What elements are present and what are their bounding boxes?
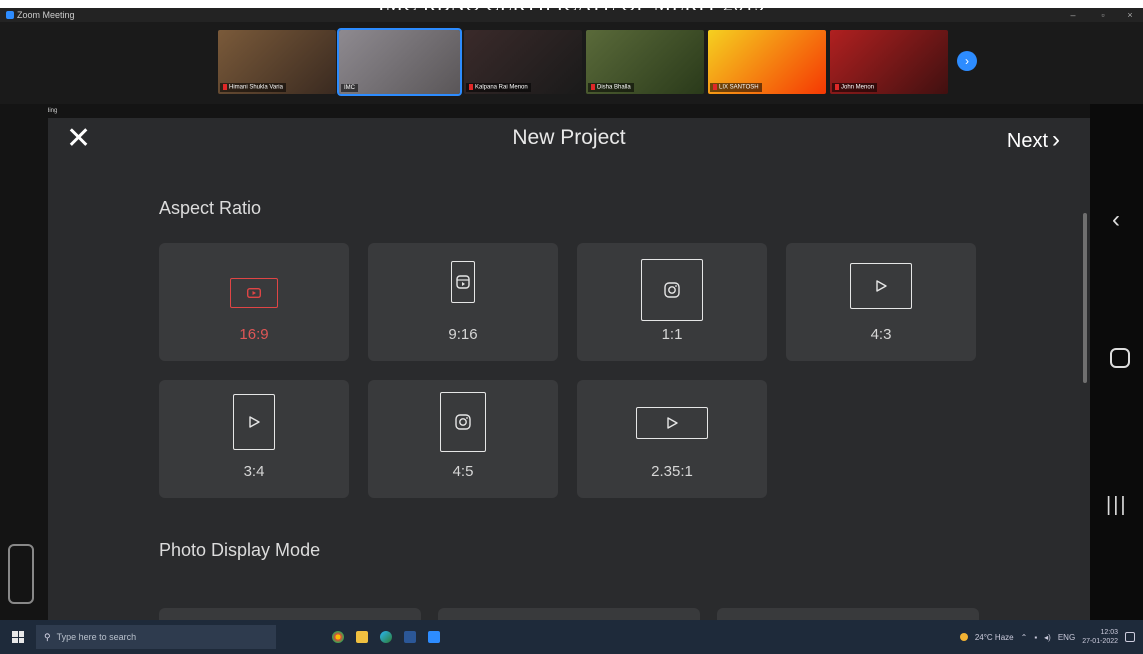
side-panel-handle[interactable]	[8, 544, 34, 604]
search-icon: ⚲	[44, 631, 51, 642]
ratio-label: 4:3	[870, 326, 892, 343]
minimize-icon[interactable]: –	[1063, 8, 1083, 22]
back-nav-icon[interactable]: ‹	[1112, 206, 1120, 234]
next-label: Next	[1006, 130, 1048, 152]
participant-name: Himani Shukla Varia	[229, 85, 283, 91]
photo-display-mode-title: Photo Display Mode	[159, 540, 321, 560]
muted-mic-icon	[835, 84, 839, 91]
ratio-option-4-5[interactable]: 4:5	[368, 380, 558, 498]
clock-date: 27-01-2022	[1082, 638, 1118, 645]
app-screen: ✕ New Project Next › Aspect Ratio 16:9 9:…	[48, 118, 1090, 620]
clock[interactable]: 12:03 27-01-2022	[1082, 628, 1118, 646]
recents-nav-icon[interactable]: |||	[1106, 494, 1128, 517]
window-close-icon[interactable]: ×	[1120, 8, 1140, 22]
play-icon	[850, 263, 912, 309]
ratio-label: 2.35:1	[651, 463, 693, 480]
chevron-up-icon[interactable]: ⌃	[1021, 633, 1028, 642]
zoom-logo-icon	[6, 11, 14, 19]
edge-icon[interactable]	[380, 631, 392, 643]
search-placeholder: Type here to search	[56, 632, 137, 642]
weather-text[interactable]: 24°C Haze	[975, 633, 1014, 642]
page-title: New Project	[512, 126, 626, 149]
system-tray: 24°C Haze ⌃ ▪ ◂) ENG 12:03 27-01-2022	[959, 620, 1135, 654]
scrollbar[interactable]	[1083, 213, 1087, 383]
instagram-icon	[440, 392, 486, 452]
participant-tile[interactable]: Disha Bhalla	[586, 30, 704, 94]
aspect-ratio-title: Aspect Ratio	[159, 198, 262, 218]
restore-icon[interactable]: ▫	[1093, 8, 1113, 22]
next-button[interactable]: Next ›	[1007, 126, 1060, 154]
participant-name: IMC	[344, 85, 355, 91]
ratio-option-1-1[interactable]: 1:1	[577, 243, 767, 361]
windows-taskbar: ⚲ Type here to search 24°C Haze ⌃ ▪ ◂) E…	[0, 620, 1143, 654]
participant-name: John Menon	[841, 85, 875, 91]
ratio-option-9-16[interactable]: 9:16	[368, 243, 558, 361]
play-icon	[636, 407, 708, 439]
ratio-option-4-3[interactable]: 4:3	[786, 243, 976, 361]
photo-mode-option[interactable]	[438, 608, 700, 620]
youtube-icon	[230, 278, 278, 308]
chevron-right-icon: ›	[1052, 126, 1060, 153]
recording-indicator: Recording	[0, 104, 1143, 118]
zoom-window-title: Zoom Meeting	[17, 10, 75, 20]
muted-mic-icon	[223, 84, 227, 91]
play-icon	[233, 394, 275, 450]
weather-icon	[959, 633, 968, 641]
overlay-caption: IMC RBNQ CERTIFICATE OF MERIT 2019	[0, 0, 1143, 10]
photo-mode-option[interactable]	[717, 608, 979, 620]
windows-start-icon[interactable]	[12, 631, 24, 643]
zoom-titlebar: Zoom Meeting – ▫ ×	[0, 8, 1143, 22]
participant-tile[interactable]: Kalpana Rai Menon	[464, 30, 582, 94]
reels-icon	[451, 261, 475, 303]
language-indicator[interactable]: ENG	[1058, 633, 1075, 642]
screen-root: IMC RBNQ CERTIFICATE OF MERIT 2019 Zoom …	[0, 0, 1143, 654]
participant-gallery: Himani Shukla Varia IMC Kalpana Rai Meno…	[0, 22, 1143, 104]
taskbar-search-input[interactable]: ⚲ Type here to search	[36, 625, 276, 649]
ratio-label: 9:16	[448, 326, 478, 343]
instagram-icon	[641, 259, 703, 321]
ratio-option-16-9[interactable]: 16:9	[159, 243, 349, 361]
participant-name: LIX SANTOSH	[719, 85, 759, 91]
volume-icon[interactable]: ◂)	[1044, 633, 1051, 642]
muted-mic-icon	[469, 84, 473, 91]
notification-icon[interactable]	[1125, 632, 1135, 642]
ratio-label: 16:9	[239, 326, 269, 343]
participant-tile[interactable]: LIX SANTOSH	[708, 30, 826, 94]
ratio-label: 4:5	[452, 463, 474, 480]
clock-time: 12:03	[1100, 629, 1118, 636]
android-nav-bar: ‹ |||	[1090, 104, 1143, 620]
participant-tile[interactable]: John Menon	[830, 30, 948, 94]
participant-name: Disha Bhalla	[597, 85, 631, 91]
zoom-app-icon[interactable]	[428, 631, 440, 643]
ratio-label: 3:4	[243, 463, 265, 480]
muted-mic-icon	[591, 84, 595, 91]
ratio-option-2-35-1[interactable]: 2.35:1	[577, 380, 767, 498]
participant-tile[interactable]: Himani Shukla Varia	[218, 30, 336, 94]
left-strip	[0, 104, 48, 620]
photo-mode-option[interactable]	[159, 608, 421, 620]
ratio-option-3-4[interactable]: 3:4	[159, 380, 349, 498]
file-explorer-icon[interactable]	[356, 631, 368, 643]
participant-name: Kalpana Rai Menon	[475, 85, 528, 91]
word-icon[interactable]	[404, 631, 416, 643]
ratio-label: 1:1	[661, 326, 683, 343]
home-nav-icon[interactable]	[1110, 348, 1130, 368]
chrome-icon[interactable]	[332, 631, 344, 643]
chevron-right-icon[interactable]: ›	[957, 51, 977, 71]
network-icon[interactable]: ▪	[1034, 633, 1037, 642]
participant-tile-active[interactable]: IMC	[337, 28, 462, 96]
muted-mic-icon	[713, 84, 717, 91]
